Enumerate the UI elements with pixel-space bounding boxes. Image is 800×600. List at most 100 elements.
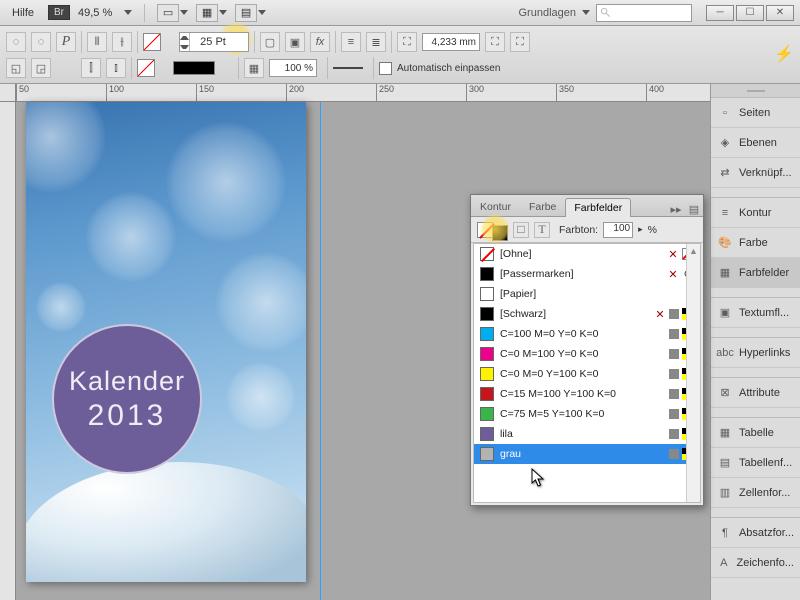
text-wrap-icon[interactable]: ≣ [366, 32, 386, 52]
swatch-row[interactable]: grau [474, 444, 700, 464]
autofit-label: Automatisch einpassen [397, 63, 500, 74]
scrollbar[interactable]: ▲ [686, 244, 700, 502]
swatch-chip [480, 347, 494, 361]
search-icon [600, 7, 611, 18]
container-icon-1[interactable]: ◱ [6, 58, 26, 78]
stepper-icon[interactable] [180, 33, 190, 51]
swatch-row[interactable]: C=0 M=100 Y=0 K=0 [474, 344, 700, 364]
color-icon: 🎨 [717, 236, 733, 250]
screen-mode-icon[interactable]: ▭ [157, 4, 179, 22]
selection-icon[interactable]: ◌ [6, 32, 26, 52]
opacity-icon[interactable]: ▦ [244, 58, 264, 78]
panel-tab-swatches[interactable]: ▦Farbfelder [711, 258, 800, 288]
fx-icon[interactable]: fx [310, 32, 330, 52]
frame-fit-icon[interactable]: ⛶ [397, 32, 417, 52]
charstyles-icon: A [717, 556, 731, 570]
vertical-guide[interactable] [320, 102, 321, 600]
swatch-name: [Ohne] [500, 248, 661, 260]
panel-tab-farbe[interactable]: Farbe [520, 197, 565, 216]
fill-color-swatch[interactable] [173, 61, 215, 75]
paragraph-icon[interactable]: P [56, 32, 76, 52]
fill-proxy-icon[interactable] [492, 225, 508, 241]
panel-menu-icon[interactable]: ▤ [685, 203, 703, 216]
align-icon-1[interactable]: ⫴ [87, 32, 107, 52]
swatch-chip [480, 267, 494, 281]
fit-frame-icon[interactable]: ⛶ [510, 32, 530, 52]
panel-tab-attributes[interactable]: ⊠Attribute [711, 378, 800, 408]
swatch-chip [480, 307, 494, 321]
text-format-button[interactable]: T [534, 222, 550, 238]
stroke-icon: ≡ [717, 206, 733, 220]
stroke-swatch[interactable] [143, 33, 161, 51]
separator [335, 31, 336, 53]
effects-icon-1[interactable]: ▢ [260, 32, 280, 52]
effects-icon-2[interactable]: ▣ [285, 32, 305, 52]
panel-tab-cellstyles[interactable]: ▥Zellenfor... [711, 478, 800, 508]
swatch-row[interactable]: [Passermarken]✕⊕ [474, 264, 700, 284]
workspace-switcher[interactable]: Grundlagen ─ ☐ ✕ [519, 4, 795, 22]
stroke-weight-field[interactable]: 25 Pt [179, 32, 249, 52]
swatch-row[interactable]: [Papier] [474, 284, 700, 304]
panel-tab-stroke[interactable]: ≡Kontur [711, 198, 800, 228]
document-page[interactable]: Kalender 2013 [26, 102, 306, 582]
swatch-row[interactable]: C=100 M=0 Y=0 K=0 [474, 324, 700, 344]
cursor-icon [531, 468, 545, 488]
selection-alt-icon[interactable]: ◌ [31, 32, 51, 52]
swatch-row[interactable]: [Schwarz]✕ [474, 304, 700, 324]
panel-tab-tablestyles[interactable]: ▤Tabellenf... [711, 448, 800, 478]
panel-tab-textwrap[interactable]: ▣Textumfl... [711, 298, 800, 328]
dock-grip[interactable] [711, 84, 800, 98]
bridge-badge[interactable]: Br [48, 5, 70, 20]
panel-tab-farbfelder[interactable]: Farbfelder [565, 198, 631, 217]
close-button[interactable]: ✕ [766, 5, 794, 21]
swatches-panel[interactable]: Kontur Farbe Farbfelder ▸▸ ▤ □ T Farbton… [470, 194, 704, 506]
autofit-checkbox[interactable] [379, 62, 392, 75]
align-icon-2[interactable]: ⫲ [112, 32, 132, 52]
panel-tab-pages[interactable]: ▫Seiten [711, 98, 800, 128]
opacity-field[interactable]: 100 % [269, 59, 317, 77]
swatch-row[interactable]: C=15 M=100 Y=100 K=0 [474, 384, 700, 404]
view-options-icon[interactable]: ▤ [235, 4, 257, 22]
panel-tab-charstyles[interactable]: AZeichenfo... [711, 548, 800, 578]
swatch-row[interactable]: lila [474, 424, 700, 444]
zoom-dropdown[interactable]: 49,5 % [78, 7, 132, 19]
swatch-name: [Schwarz] [500, 308, 648, 320]
panel-tab-table[interactable]: ▦Tabelle [711, 418, 800, 448]
search-field[interactable] [596, 4, 692, 22]
maximize-button[interactable]: ☐ [736, 5, 764, 21]
text-columns-icon[interactable]: ≡ [341, 32, 361, 52]
line-style-icon[interactable] [333, 67, 363, 69]
scroll-up-icon[interactable]: ▲ [687, 244, 700, 258]
fill-none-swatch[interactable] [137, 59, 155, 77]
swatch-row[interactable]: [Ohne]✕ [474, 244, 700, 264]
panel-tab-layers[interactable]: ◈Ebenen [711, 128, 800, 158]
collapse-icon[interactable]: ▸▸ [667, 203, 685, 216]
ruler-tick: 50 [16, 84, 29, 101]
lightning-icon[interactable]: ⚡ [774, 44, 794, 64]
vertical-ruler[interactable] [0, 102, 16, 600]
calendar-title-circle[interactable]: Kalender 2013 [52, 324, 202, 474]
swatch-chip [480, 367, 494, 381]
distribute-icon-1[interactable]: ⫿ [81, 58, 101, 78]
swatch-row[interactable]: C=75 M=5 Y=100 K=0 [474, 404, 700, 424]
fit-content-icon[interactable]: ⛶ [485, 32, 505, 52]
container-format-button[interactable]: □ [513, 222, 529, 238]
distribute-icon-2[interactable]: ⫾ [106, 58, 126, 78]
menu-help[interactable]: Hilfe [6, 5, 40, 21]
fill-stroke-proxy[interactable] [477, 222, 493, 238]
panel-tab-links[interactable]: ⇄Verknüpf... [711, 158, 800, 188]
spacing-field[interactable]: 4,233 mm [422, 33, 480, 51]
minimize-button[interactable]: ─ [706, 5, 734, 21]
proc-icon [669, 449, 679, 459]
panel-tab-parastyles[interactable]: ¶Absatzfor... [711, 518, 800, 548]
tint-input[interactable]: 100 [603, 222, 633, 238]
horizontal-ruler[interactable]: 50 100 150 200 250 300 350 400 [16, 84, 710, 102]
panel-tab-hyperlinks[interactable]: abcHyperlinks [711, 338, 800, 368]
panel-tab-kontur[interactable]: Kontur [471, 197, 520, 216]
arrange-docs-icon[interactable]: ▦ [196, 4, 218, 22]
ruler-origin[interactable] [0, 84, 16, 102]
tint-slider-icon[interactable]: ▸ [638, 224, 643, 235]
panel-tab-color[interactable]: 🎨Farbe [711, 228, 800, 258]
swatch-row[interactable]: C=0 M=0 Y=100 K=0 [474, 364, 700, 384]
container-icon-2[interactable]: ◲ [31, 58, 51, 78]
